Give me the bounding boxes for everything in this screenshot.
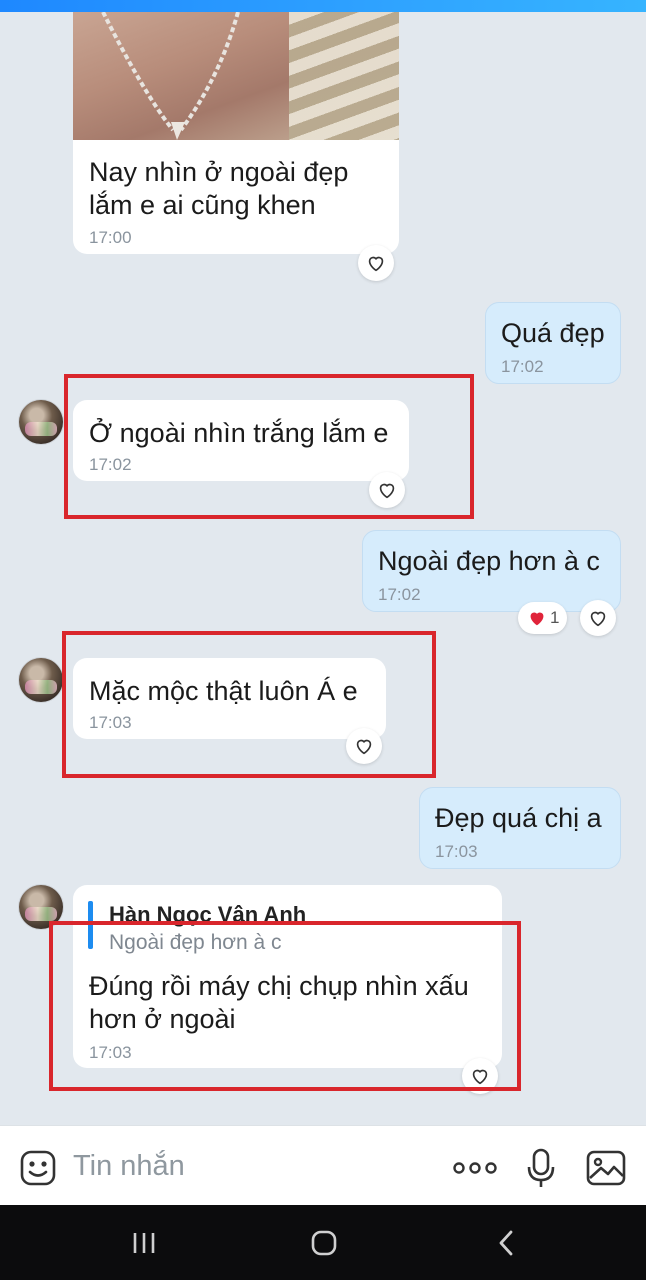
status-bar — [0, 0, 646, 12]
message-text: Quá đẹp — [501, 318, 605, 348]
image-icon[interactable] — [585, 1148, 627, 1188]
home-icon[interactable] — [306, 1227, 342, 1259]
recents-icon[interactable] — [126, 1227, 162, 1259]
message-bubble[interactable]: Ngoài đẹp hơn à c 17:02 — [362, 530, 621, 612]
heart-outline-icon — [590, 611, 606, 627]
message-list[interactable]: Nay nhìn ở ngoài đẹp lắm e ai cũng khen … — [0, 12, 646, 1125]
message-bubble[interactable]: Quá đẹp 17:02 — [485, 302, 621, 384]
highlight-box — [49, 921, 521, 1091]
reaction-count: 1 — [550, 608, 560, 627]
message-text: Nay nhìn ở ngoài đẹp — [89, 157, 349, 187]
heart-filled-icon — [530, 612, 544, 626]
message-input[interactable]: Tin nhắn — [73, 1150, 185, 1183]
message-time: 17:00 — [89, 228, 132, 247]
back-icon[interactable] — [490, 1227, 522, 1259]
message-text: Đẹp quá chị a — [435, 803, 602, 833]
message-text: lắm e ai cũng khen — [89, 190, 316, 220]
heart-outline-icon — [368, 256, 384, 272]
system-nav-bar — [0, 1205, 646, 1280]
like-button[interactable] — [358, 245, 394, 281]
message-bubble[interactable]: Đẹp quá chị a 17:03 — [419, 787, 621, 869]
message-time: 17:03 — [435, 842, 478, 861]
necklace-graphic — [101, 12, 240, 140]
highlight-box — [64, 374, 474, 519]
like-button[interactable] — [580, 600, 616, 636]
avatar[interactable] — [19, 658, 63, 702]
message-text: Ngoài đẹp hơn à c — [378, 546, 600, 576]
reaction-summary[interactable]: 1 — [518, 602, 568, 634]
more-icon[interactable] — [452, 1154, 498, 1182]
emoji-icon[interactable] — [18, 1148, 58, 1188]
message-bubble[interactable]: Nay nhìn ở ngoài đẹp lắm e ai cũng khen … — [73, 140, 399, 254]
message-time: 17:02 — [501, 357, 544, 376]
message-time: 17:02 — [378, 585, 421, 604]
highlight-box — [62, 631, 436, 778]
message-photo[interactable] — [73, 12, 399, 140]
avatar[interactable] — [19, 400, 63, 444]
microphone-icon[interactable] — [524, 1146, 558, 1190]
message-composer: Tin nhắn — [0, 1125, 646, 1206]
